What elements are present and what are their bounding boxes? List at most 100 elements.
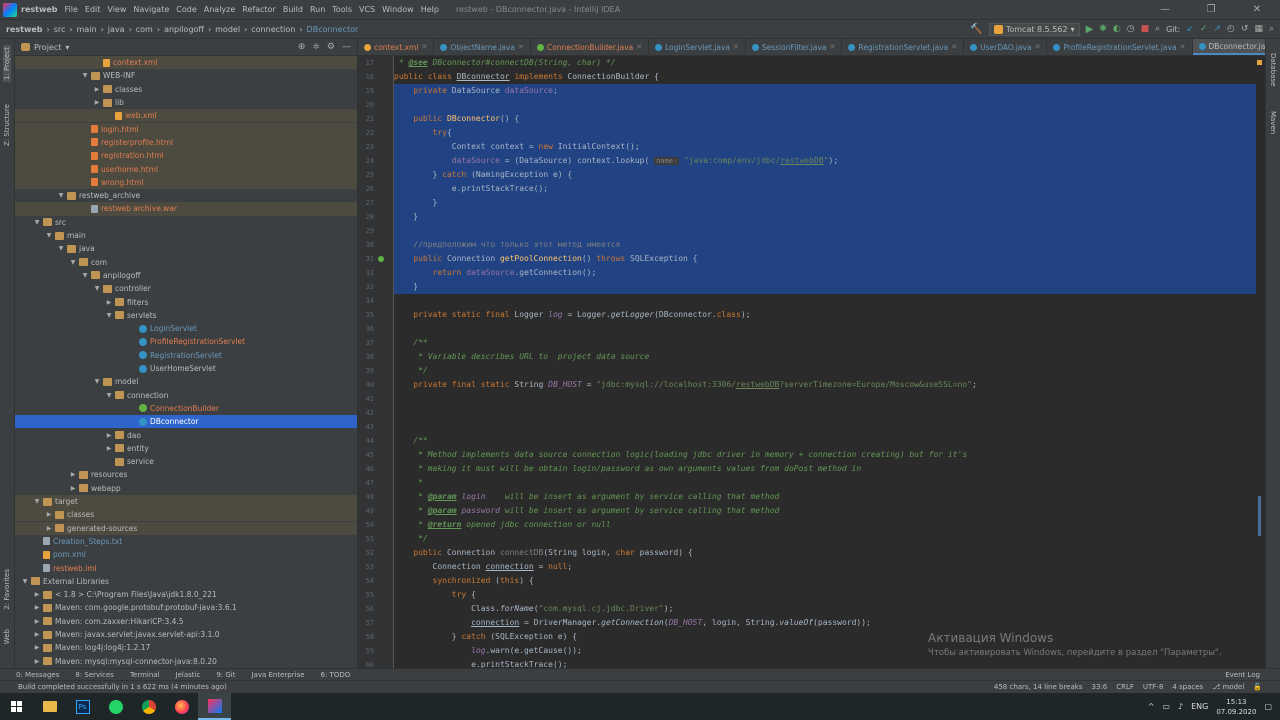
tree-item[interactable]: userhome.html xyxy=(15,162,357,176)
editor-tab[interactable]: RegistrationServlet.java ✕ xyxy=(842,39,965,55)
tree-item[interactable]: ▶ lib xyxy=(15,96,357,109)
language-indicator[interactable]: ENG xyxy=(1191,702,1208,711)
project-panel-title[interactable]: Project xyxy=(34,43,61,52)
breadcrumb-item[interactable]: restweb xyxy=(6,25,43,34)
editor-tab[interactable]: context.xml ✕ xyxy=(358,39,435,55)
menu-item-code[interactable]: Code xyxy=(176,5,196,14)
event-log-button[interactable]: Event Log xyxy=(1225,671,1260,679)
tree-item[interactable]: ▼ java xyxy=(15,242,357,255)
breadcrumb-item[interactable]: com xyxy=(136,25,153,34)
menu-item-edit[interactable]: Edit xyxy=(85,5,101,14)
expanded-arrow-icon[interactable]: ▼ xyxy=(105,392,113,399)
expanded-arrow-icon[interactable]: ▼ xyxy=(105,312,113,319)
bottom-tool-tab[interactable]: Terminal xyxy=(130,671,160,679)
minimize-icon[interactable]: — xyxy=(1142,4,1188,15)
close-tab-icon[interactable]: ✕ xyxy=(830,43,836,51)
menu-item-vcs[interactable]: VCS xyxy=(359,5,375,14)
code-line[interactable]: * @param login will be insert as argumen… xyxy=(394,490,1256,504)
code-line[interactable]: } catch (SQLException e) { xyxy=(394,630,1256,644)
menu-item-file[interactable]: File xyxy=(65,5,78,14)
tree-item[interactable]: ▶ Maven: com.zaxxer:HikariCP:3.4.5 xyxy=(15,615,357,628)
tree-item[interactable]: ▼ restweb_archive xyxy=(15,189,357,202)
profile-icon[interactable]: ◷ xyxy=(1127,24,1135,34)
editor-tab[interactable]: DBconnector.java✕ xyxy=(1192,39,1265,55)
tree-item[interactable]: ▶ classes xyxy=(15,83,357,96)
rollback-icon[interactable]: ↺ xyxy=(1241,24,1249,34)
run-icon[interactable]: ▶ xyxy=(1086,24,1094,35)
editor-tab[interactable]: ConnectionBuilder.java ✕ xyxy=(531,39,650,55)
project-tool-button[interactable]: 1: Project xyxy=(3,45,11,82)
code-line[interactable]: private static final Logger log = Logger… xyxy=(394,308,1256,322)
indent-setting[interactable]: 4 spaces xyxy=(1172,683,1203,691)
breadcrumb-item[interactable]: connection xyxy=(251,25,295,34)
tree-item[interactable]: Creation_Steps.txt xyxy=(15,535,357,548)
tree-item[interactable]: ▼ target xyxy=(15,494,357,509)
close-tab-icon[interactable]: ✕ xyxy=(733,43,739,51)
bottom-tool-tab[interactable]: 9: Git xyxy=(216,671,235,679)
close-tab-icon[interactable]: ✕ xyxy=(1035,43,1041,51)
code-line[interactable]: e.printStackTrace(); xyxy=(394,658,1256,668)
gear-icon[interactable]: ⚙ xyxy=(327,42,335,52)
expanded-arrow-icon[interactable]: ▼ xyxy=(57,245,65,252)
expanded-arrow-icon[interactable]: ▼ xyxy=(93,285,101,292)
clock[interactable]: 15:13 07.09.2020 xyxy=(1216,697,1256,717)
code-line[interactable]: connection = DriverManager.getConnection… xyxy=(394,616,1256,630)
breadcrumb-item[interactable]: model xyxy=(215,25,240,34)
tree-item[interactable]: pom.xml xyxy=(15,548,357,561)
menu-item-run[interactable]: Run xyxy=(310,5,325,14)
firefox-icon[interactable] xyxy=(165,693,198,720)
menu-item-help[interactable]: Help xyxy=(421,5,439,14)
tree-item[interactable]: ▶ dao xyxy=(15,428,357,441)
history-icon[interactable]: ◴ xyxy=(1227,24,1235,34)
menu-item-refactor[interactable]: Refactor xyxy=(242,5,276,14)
code-line[interactable]: * @param password will be insert as argu… xyxy=(394,504,1256,518)
database-tool-button[interactable]: Database xyxy=(1269,53,1277,86)
tree-item[interactable]: context.xml xyxy=(15,56,357,70)
collapsed-arrow-icon[interactable]: ▶ xyxy=(93,86,101,93)
tree-item[interactable]: ▼ main xyxy=(15,229,357,242)
search-icon[interactable]: ⌕ xyxy=(1155,24,1160,34)
tree-item[interactable]: ConnectionBuilder xyxy=(15,402,357,415)
code-line[interactable] xyxy=(394,322,1256,336)
tree-item[interactable]: ▶ Maven: javax.servlet:javax.servlet-api:… xyxy=(15,628,357,641)
expanded-arrow-icon[interactable]: ▼ xyxy=(81,72,89,79)
code-line[interactable]: dataSource = (DataSource) context.lookup… xyxy=(394,154,1256,168)
tree-item[interactable]: web.xml xyxy=(15,109,357,123)
tree-item[interactable]: login.html xyxy=(15,122,357,136)
chrome-icon[interactable] xyxy=(132,693,165,720)
code-line[interactable]: private final static String DB_HOST = "j… xyxy=(394,378,1256,392)
tree-item[interactable]: ▼ controller xyxy=(15,282,357,295)
collapsed-arrow-icon[interactable]: ▶ xyxy=(105,445,113,452)
maven-tool-button[interactable]: Maven xyxy=(1269,111,1277,134)
code-line[interactable]: /** xyxy=(394,336,1256,350)
tree-item[interactable]: registration.html xyxy=(15,149,357,163)
code-line[interactable] xyxy=(394,420,1256,434)
chevron-down-icon[interactable]: ▾ xyxy=(65,43,69,52)
code-line[interactable]: return dataSource.getConnection(); xyxy=(394,266,1256,280)
hide-icon[interactable]: — xyxy=(342,42,351,52)
tree-item[interactable]: registerprofile.html xyxy=(15,135,357,150)
coverage-icon[interactable]: ◐ xyxy=(1113,24,1121,34)
breadcrumb-item[interactable]: src xyxy=(54,25,66,34)
search-everywhere-icon[interactable]: ⌕ xyxy=(1269,24,1274,34)
collapsed-arrow-icon[interactable]: ▶ xyxy=(33,618,41,625)
tree-item[interactable]: RegistrationServlet xyxy=(15,349,357,362)
tree-item[interactable]: ▼ model xyxy=(15,375,357,388)
code-line[interactable]: try { xyxy=(394,588,1256,602)
tree-item[interactable]: UserHomeServlet xyxy=(15,362,357,375)
code-line[interactable]: Class.forName("com.mysql.cj.jdbc.Driver"… xyxy=(394,602,1256,616)
tree-item[interactable]: ▶ resources xyxy=(15,468,357,481)
caret-position[interactable]: 33:6 xyxy=(1091,683,1107,691)
collapse-all-icon[interactable]: ≑ xyxy=(312,42,320,52)
editor-scrollbar[interactable] xyxy=(1256,56,1265,668)
code-editor[interactable]: * @see DBconnector#connectDB(String, cha… xyxy=(394,56,1256,668)
tree-item[interactable]: ▼ com xyxy=(15,256,357,269)
notifications-icon[interactable]: ▢ xyxy=(1264,702,1272,711)
code-line[interactable]: /** xyxy=(394,434,1256,448)
collapsed-arrow-icon[interactable]: ▶ xyxy=(69,485,77,492)
editor-tab[interactable]: SessionFilter.java ✕ xyxy=(746,39,843,55)
code-line[interactable] xyxy=(394,98,1256,112)
network-icon[interactable]: ▭ xyxy=(1162,702,1170,711)
expanded-arrow-icon[interactable]: ▼ xyxy=(81,272,89,279)
code-line[interactable]: * @see DBconnector#connectDB(String, cha… xyxy=(394,56,1256,70)
